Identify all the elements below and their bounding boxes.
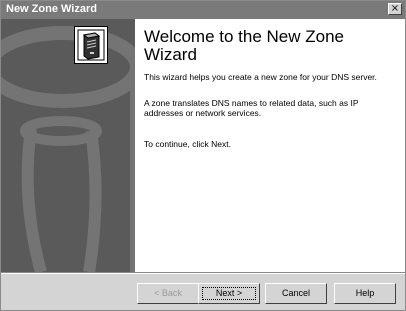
focus-rectangle bbox=[202, 287, 256, 300]
button-separator bbox=[1, 272, 405, 274]
back-button[interactable]: < Back bbox=[137, 283, 199, 304]
zone-description-text: A zone translates DNS names to related d… bbox=[144, 98, 359, 118]
continue-instruction-text: To continue, click Next. bbox=[144, 139, 231, 149]
intro-text: This wizard helps you create a new zone … bbox=[144, 72, 377, 82]
title-bar[interactable]: New Zone Wizard × bbox=[1, 1, 405, 19]
close-button[interactable]: × bbox=[388, 3, 402, 15]
server-icon bbox=[74, 26, 108, 64]
close-icon: × bbox=[390, 3, 400, 14]
cancel-button[interactable]: Cancel bbox=[265, 283, 327, 304]
help-button[interactable]: Help bbox=[334, 283, 396, 304]
wizard-content: Welcome to the New Zone Wizard This wiza… bbox=[135, 19, 405, 272]
banner-graphic bbox=[1, 19, 135, 272]
wizard-banner bbox=[1, 19, 135, 272]
next-button[interactable]: Next > bbox=[198, 283, 260, 304]
page-title: Welcome to the New Zone Wizard bbox=[144, 27, 344, 64]
window-title: New Zone Wizard bbox=[6, 3, 97, 15]
wizard-window: New Zone Wizard × Welcome to the New Zon… bbox=[0, 0, 406, 311]
